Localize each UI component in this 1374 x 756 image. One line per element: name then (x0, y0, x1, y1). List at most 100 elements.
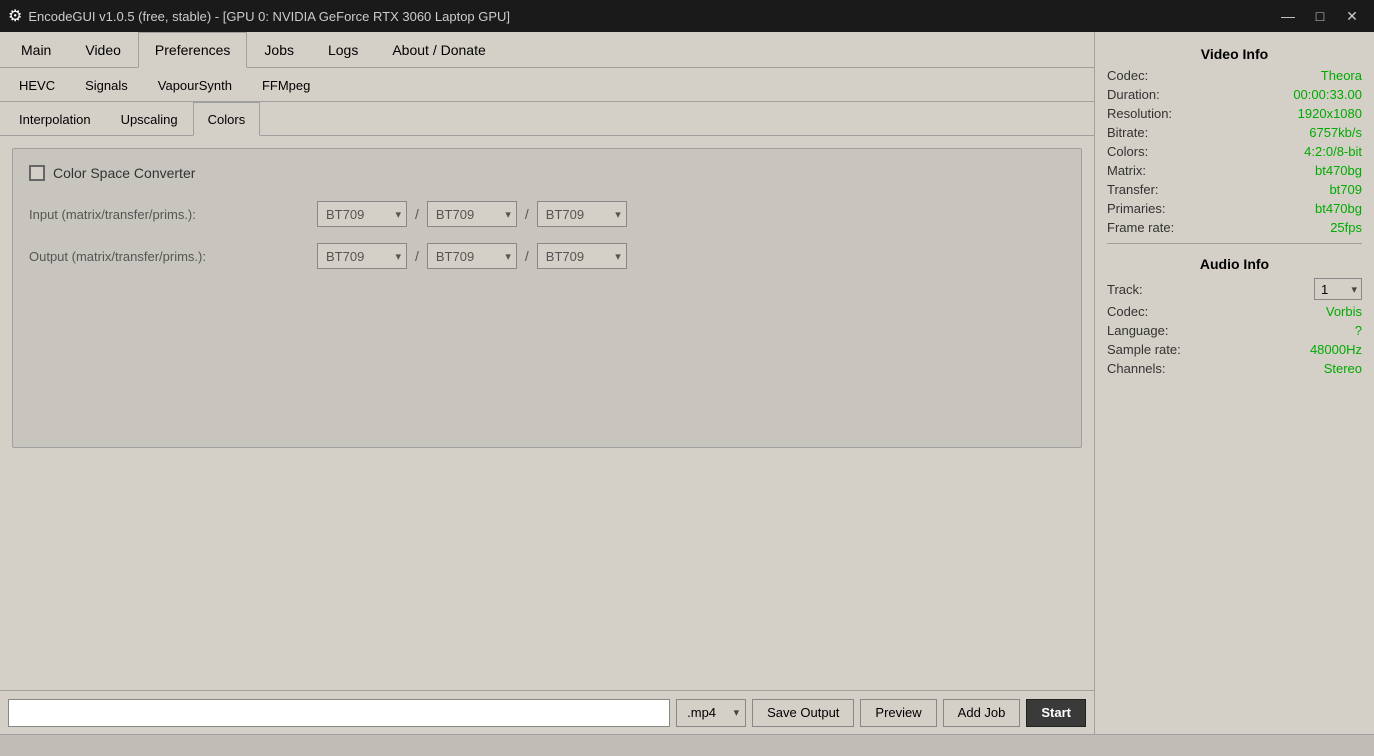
nav-item-video[interactable]: Video (68, 32, 138, 68)
video-codec-key: Codec: (1107, 68, 1148, 83)
converter-header: Color Space Converter (29, 165, 1065, 181)
input-transfer-wrapper: BT709 BT601 BT2020 (427, 201, 517, 227)
video-matrix-row: Matrix: bt470bg (1107, 161, 1362, 180)
slash-3: / (415, 248, 419, 264)
format-select[interactable]: .mp4 .mkv .mov .avi (676, 699, 746, 727)
sub2-nav-colors[interactable]: Colors (193, 102, 261, 136)
input-matrix-wrapper: BT709 BT601 BT2020 (317, 201, 407, 227)
audio-samplerate-key: Sample rate: (1107, 342, 1181, 357)
audio-samplerate-val: 48000Hz (1310, 342, 1362, 357)
title-controls: — □ ✕ (1274, 4, 1366, 28)
format-select-wrapper: .mp4 .mkv .mov .avi (676, 699, 746, 727)
video-duration-val: 00:00:33.00 (1293, 87, 1362, 102)
nav-item-logs[interactable]: Logs (311, 32, 375, 68)
nav-item-preferences[interactable]: Preferences (138, 32, 247, 68)
save-output-button[interactable]: Save Output (752, 699, 854, 727)
video-transfer-row: Transfer: bt709 (1107, 180, 1362, 199)
audio-language-val: ? (1355, 323, 1362, 338)
nav-item-jobs[interactable]: Jobs (247, 32, 311, 68)
audio-samplerate-row: Sample rate: 48000Hz (1107, 340, 1362, 359)
output-row: Output (matrix/transfer/prims.): BT709 B… (29, 243, 1065, 269)
video-bitrate-row: Bitrate: 6757kb/s (1107, 123, 1362, 142)
nav-item-main[interactable]: Main (4, 32, 68, 68)
minimize-button[interactable]: — (1274, 4, 1302, 28)
output-prims-wrapper: BT709 BT601 BT2020 (537, 243, 627, 269)
input-prims-select[interactable]: BT709 BT601 BT2020 (537, 201, 627, 227)
output-matrix-wrapper: BT709 BT601 BT2020 (317, 243, 407, 269)
color-converter-checkbox[interactable] (29, 165, 45, 181)
close-button[interactable]: ✕ (1338, 4, 1366, 28)
video-framerate-key: Frame rate: (1107, 220, 1174, 235)
output-transfer-select[interactable]: BT709 BT601 BT2020 (427, 243, 517, 269)
audio-track-row: Track: 1 2 (1107, 276, 1362, 302)
video-resolution-key: Resolution: (1107, 106, 1172, 121)
video-matrix-key: Matrix: (1107, 163, 1146, 178)
input-transfer-select[interactable]: BT709 BT601 BT2020 (427, 201, 517, 227)
video-primaries-val: bt470bg (1315, 201, 1362, 216)
content-area: Color Space Converter Input (matrix/tran… (0, 136, 1094, 690)
title-bar: ⚙ EncodeGUI v1.0.5 (free, stable) - [GPU… (0, 0, 1374, 32)
sub-nav-vapoursynth[interactable]: VapourSynth (143, 68, 247, 102)
app-body: Main Video Preferences Jobs Logs About /… (0, 32, 1374, 734)
sub-nav-hevc[interactable]: HEVC (4, 68, 70, 102)
audio-codec-key: Codec: (1107, 304, 1148, 319)
output-transfer-wrapper: BT709 BT601 BT2020 (427, 243, 517, 269)
audio-channels-key: Channels: (1107, 361, 1166, 376)
video-transfer-key: Transfer: (1107, 182, 1159, 197)
video-colors-key: Colors: (1107, 144, 1148, 159)
right-panel: Video Info Codec: Theora Duration: 00:00… (1094, 32, 1374, 734)
add-job-button[interactable]: Add Job (943, 699, 1021, 727)
video-codec-val: Theora (1321, 68, 1362, 83)
bottom-bar: .mp4 .mkv .mov .avi Save Output Preview … (0, 690, 1094, 734)
start-button[interactable]: Start (1026, 699, 1086, 727)
output-prims-select[interactable]: BT709 BT601 BT2020 (537, 243, 627, 269)
audio-codec-val: Vorbis (1326, 304, 1362, 319)
slash-1: / (415, 206, 419, 222)
video-primaries-key: Primaries: (1107, 201, 1166, 216)
maximize-button[interactable]: □ (1306, 4, 1334, 28)
video-bitrate-val: 6757kb/s (1309, 125, 1362, 140)
input-label: Input (matrix/transfer/prims.): (29, 207, 309, 222)
status-bar (0, 734, 1374, 756)
nav-bar: Main Video Preferences Jobs Logs About /… (0, 32, 1094, 68)
video-transfer-val: bt709 (1329, 182, 1362, 197)
track-select-wrapper: 1 2 (1314, 278, 1362, 300)
sub-nav: HEVC Signals VapourSynth FFMpeg (0, 68, 1094, 102)
nav-item-about[interactable]: About / Donate (375, 32, 502, 68)
color-converter-label: Color Space Converter (53, 165, 195, 181)
video-colors-val: 4:2:0/8-bit (1304, 144, 1362, 159)
slash-2: / (525, 206, 529, 222)
input-prims-wrapper: BT709 BT601 BT2020 (537, 201, 627, 227)
sub-nav-signals[interactable]: Signals (70, 68, 143, 102)
content-panel: Color Space Converter Input (matrix/tran… (12, 148, 1082, 448)
video-duration-row: Duration: 00:00:33.00 (1107, 85, 1362, 104)
output-matrix-select[interactable]: BT709 BT601 BT2020 (317, 243, 407, 269)
audio-language-row: Language: ? (1107, 321, 1362, 340)
audio-language-key: Language: (1107, 323, 1168, 338)
sub-nav-ffmpeg[interactable]: FFMpeg (247, 68, 325, 102)
sub2-nav-interpolation[interactable]: Interpolation (4, 102, 106, 136)
app-icon: ⚙ (8, 6, 22, 26)
video-matrix-val: bt470bg (1315, 163, 1362, 178)
input-matrix-select[interactable]: BT709 BT601 BT2020 (317, 201, 407, 227)
preview-button[interactable]: Preview (860, 699, 936, 727)
output-label: Output (matrix/transfer/prims.): (29, 249, 309, 264)
audio-track-key: Track: (1107, 282, 1143, 297)
sub2-nav-upscaling[interactable]: Upscaling (106, 102, 193, 136)
video-info-title: Video Info (1107, 40, 1362, 66)
output-selects: BT709 BT601 BT2020 / BT709 BT601 BT2020 (317, 243, 1065, 269)
input-selects: BT709 BT601 BT2020 / BT709 BT601 BT2020 (317, 201, 1065, 227)
video-duration-key: Duration: (1107, 87, 1160, 102)
audio-track-select[interactable]: 1 2 (1314, 278, 1362, 300)
video-framerate-val: 25fps (1330, 220, 1362, 235)
sub2-nav: Interpolation Upscaling Colors (0, 102, 1094, 136)
audio-info-title: Audio Info (1107, 250, 1362, 276)
video-bitrate-key: Bitrate: (1107, 125, 1148, 140)
audio-channels-val: Stereo (1324, 361, 1362, 376)
main-content: Main Video Preferences Jobs Logs About /… (0, 32, 1094, 734)
video-primaries-row: Primaries: bt470bg (1107, 199, 1362, 218)
output-path-input[interactable] (8, 699, 670, 727)
slash-4: / (525, 248, 529, 264)
title-bar-left: ⚙ EncodeGUI v1.0.5 (free, stable) - [GPU… (8, 6, 510, 26)
video-resolution-val: 1920x1080 (1298, 106, 1362, 121)
